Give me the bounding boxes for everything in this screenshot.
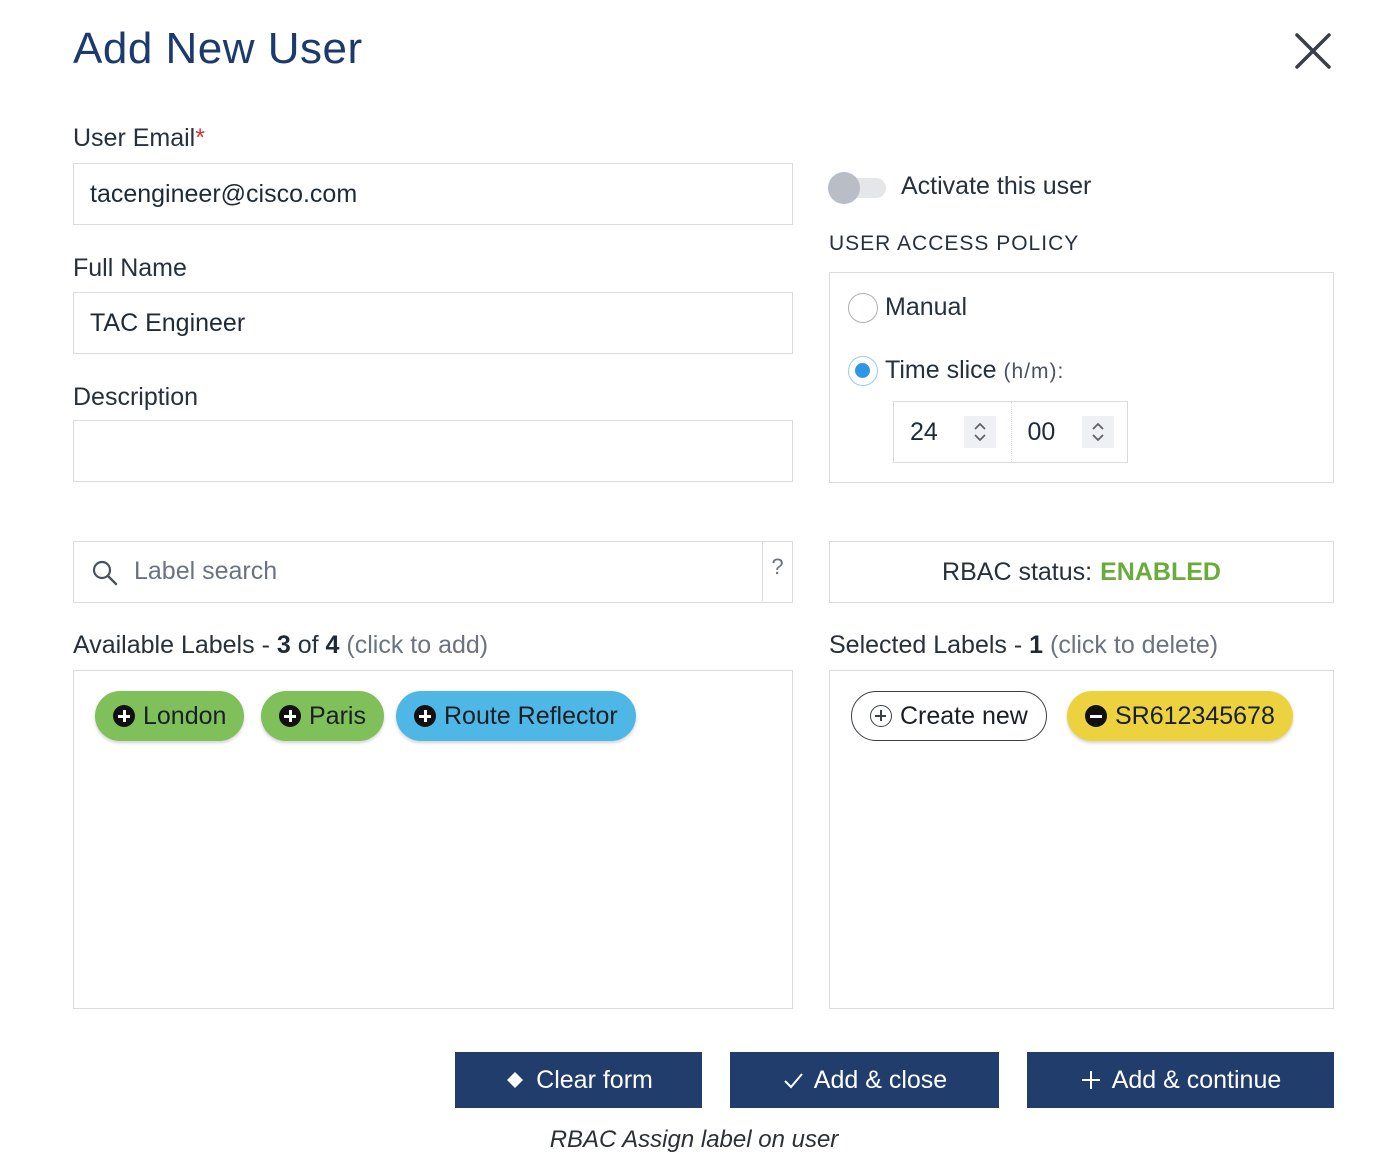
full-name-label: Full Name xyxy=(73,254,187,282)
hours-value: 24 xyxy=(910,418,938,446)
available-of: of xyxy=(297,631,319,659)
label-chip-text: Route Reflector xyxy=(444,701,618,730)
add-continue-button[interactable]: Add & continue xyxy=(1027,1052,1334,1108)
label-chip-sr612345678[interactable]: SR612345678 xyxy=(1067,691,1293,741)
time-slice-unit: (h/m): xyxy=(1003,360,1065,383)
add-close-label: Add & close xyxy=(813,1065,948,1094)
time-slice-text: Time slice xyxy=(885,356,997,384)
selected-labels-heading: Selected Labels - 1 (click to delete) xyxy=(829,631,1218,660)
available-hint: (click to add) xyxy=(346,631,489,659)
access-policy-heading: USER ACCESS POLICY xyxy=(829,232,1080,255)
description-field[interactable] xyxy=(73,420,793,482)
eraser-icon xyxy=(507,1072,524,1088)
email-label: User Email* xyxy=(73,124,205,153)
activate-toggle[interactable] xyxy=(828,172,886,204)
rbac-status-value: ENABLED xyxy=(1100,557,1221,586)
minutes-spin-button[interactable] xyxy=(1081,416,1114,448)
add-continue-label: Add & continue xyxy=(1111,1065,1282,1094)
manual-label: Manual xyxy=(885,293,967,321)
create-new-label-button[interactable]: Create new xyxy=(851,691,1047,741)
spin-arrows-icon xyxy=(1091,422,1104,442)
email-value: tacengineer@cisco.com xyxy=(90,179,358,208)
selected-count: 1 xyxy=(1029,631,1044,659)
add-icon xyxy=(414,705,436,727)
description-label: Description xyxy=(73,383,199,411)
plus-icon xyxy=(1081,1071,1100,1089)
selected-sep: - xyxy=(1013,631,1023,659)
toggle-knob xyxy=(828,172,860,204)
minutes-stepper[interactable]: 00 xyxy=(1010,402,1128,462)
selected-hint: (click to delete) xyxy=(1050,631,1219,659)
label-chip-paris[interactable]: Paris xyxy=(261,691,384,741)
remove-icon xyxy=(1085,705,1107,727)
time-slice-radio[interactable] xyxy=(848,356,878,386)
full-name-field[interactable]: TAC Engineer xyxy=(73,292,793,354)
close-button[interactable] xyxy=(1290,28,1336,74)
time-slice-stepper: 24 00 xyxy=(893,401,1128,463)
figure-caption: RBAC Assign label on user xyxy=(549,1126,839,1153)
clear-form-button[interactable]: Clear form xyxy=(455,1052,702,1108)
check-icon xyxy=(784,1073,803,1089)
available-shown: 3 xyxy=(276,631,291,659)
rbac-status: RBAC status: ENABLED xyxy=(829,541,1334,603)
hours-spin-button[interactable] xyxy=(964,416,996,448)
label-chip-text: London xyxy=(143,701,227,730)
manual-radio[interactable] xyxy=(848,293,878,323)
dialog-title: Add New User xyxy=(73,24,363,73)
spin-arrows-icon xyxy=(974,422,986,442)
add-close-button[interactable]: Add & close xyxy=(730,1052,999,1108)
required-mark: * xyxy=(195,124,205,152)
email-field[interactable]: tacengineer@cisco.com xyxy=(73,163,793,225)
label-chip-text: SR612345678 xyxy=(1115,701,1275,730)
label-chip-london[interactable]: London xyxy=(95,691,245,741)
selected-title: Selected Labels xyxy=(829,631,1007,659)
available-labels-heading: Available Labels - 3 of 4 (click to add) xyxy=(73,631,488,660)
available-sep: - xyxy=(261,631,270,659)
search-icon xyxy=(92,560,118,586)
activate-label: Activate this user xyxy=(901,172,1092,200)
add-icon xyxy=(279,705,301,727)
hours-stepper[interactable]: 24 xyxy=(894,402,1011,462)
search-help-button[interactable]: ? xyxy=(762,542,792,601)
plus-circle-icon xyxy=(870,705,892,727)
available-title: Available Labels xyxy=(73,631,255,659)
full-name-value: TAC Engineer xyxy=(90,308,246,337)
label-search: ? xyxy=(73,541,793,603)
time-slice-label: Time slice (h/m): xyxy=(885,356,1064,385)
label-chip-text: Paris xyxy=(309,701,366,730)
create-new-text: Create new xyxy=(900,701,1028,730)
add-icon xyxy=(113,705,135,727)
clear-form-label: Clear form xyxy=(536,1065,653,1094)
label-search-input[interactable] xyxy=(134,542,764,601)
close-icon[interactable] xyxy=(1290,28,1336,74)
minutes-value: 00 xyxy=(1027,418,1056,446)
email-label-text: User Email xyxy=(73,124,196,152)
label-chip-route-reflector[interactable]: Route Reflector xyxy=(396,691,636,741)
available-total: 4 xyxy=(325,631,340,659)
rbac-status-label: RBAC status: xyxy=(942,557,1093,586)
